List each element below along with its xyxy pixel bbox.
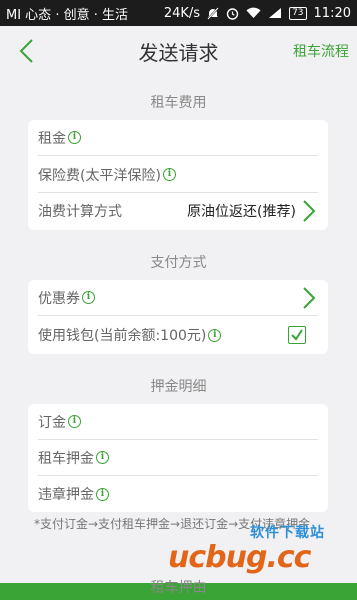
wifi-icon: [246, 7, 261, 19]
watermark-brand: ucbug.cc: [168, 540, 311, 575]
deposit-card: 订金 i 租车押金 i 违章押金 i: [28, 404, 328, 512]
mute-icon: [207, 6, 219, 20]
info-icon[interactable]: i: [208, 328, 222, 342]
info-icon[interactable]: i: [68, 131, 81, 144]
status-icons: 24K/s 73 11:20: [164, 6, 351, 21]
rent-label: 租金: [38, 130, 66, 147]
violation-deposit-row: 违章押金 i: [38, 476, 318, 512]
info-icon[interactable]: i: [162, 168, 176, 181]
wallet-label: 使用钱包(当前余额:100元): [38, 328, 207, 344]
rental-flow-link[interactable]: 租车流程: [293, 41, 349, 61]
checkmark-icon: [291, 329, 303, 341]
section-title-deposit: 押金明细: [150, 379, 207, 395]
network-speed: 24K/s: [163, 5, 201, 21]
chevron-right-icon[interactable]: [300, 286, 318, 310]
rent-fee-card: 租金 i 保险费(太平洋保险) i 油费计算方式 原油位返还(推荐): [28, 120, 328, 230]
section-title-rent-fee: 租车费用: [150, 95, 207, 111]
battery-indicator: 73: [289, 6, 307, 20]
order-deposit-label: 订金: [38, 414, 66, 431]
section-title-next: 租车押由: [150, 580, 207, 596]
rental-deposit-label: 租车押金: [38, 450, 94, 467]
alarm-icon: [226, 7, 239, 20]
rent-row: 租金 i: [38, 120, 318, 156]
info-icon[interactable]: i: [68, 415, 81, 428]
chevron-right-icon[interactable]: [300, 199, 318, 223]
wallet-row: 使用钱包(当前余额:100元) i: [38, 317, 318, 353]
rental-deposit-row: 租车押金 i: [38, 440, 318, 476]
wallet-checkbox[interactable]: [288, 326, 306, 344]
order-deposit-row: 订金 i: [38, 404, 318, 440]
coupon-row[interactable]: 优惠券 i: [38, 280, 318, 316]
violation-deposit-label: 违章押金: [38, 487, 94, 503]
watermark-text: 软件下载站: [250, 525, 325, 541]
status-bar: MI 心态 · 创意 · 生活 24K/s 73 11:20: [0, 0, 357, 26]
nav-bar: 发送请求 租车流程: [0, 26, 357, 76]
fuel-method-value: 原油位返还(推荐): [187, 204, 296, 220]
signal-icon: [269, 8, 282, 18]
payment-card: 优惠券 i 使用钱包(当前余额:100元) i: [28, 280, 328, 354]
fuel-method-row[interactable]: 油费计算方式 原油位返还(推荐): [38, 193, 318, 229]
carrier-label: MI 心态 · 创意 · 生活: [6, 7, 128, 23]
clock: 11:20: [313, 5, 351, 21]
coupon-label: 优惠券: [38, 290, 80, 307]
info-icon[interactable]: i: [96, 487, 109, 501]
insurance-label: 保险费(太平洋保险): [38, 167, 161, 184]
info-icon[interactable]: i: [96, 451, 109, 464]
section-title-payment: 支付方式: [150, 255, 207, 271]
insurance-row: 保险费(太平洋保险) i: [38, 157, 318, 193]
info-icon[interactable]: i: [82, 291, 95, 304]
watermark-logo: 软件下载站 ucbug.cc: [168, 522, 356, 576]
fuel-method-label: 油费计算方式: [38, 204, 122, 220]
